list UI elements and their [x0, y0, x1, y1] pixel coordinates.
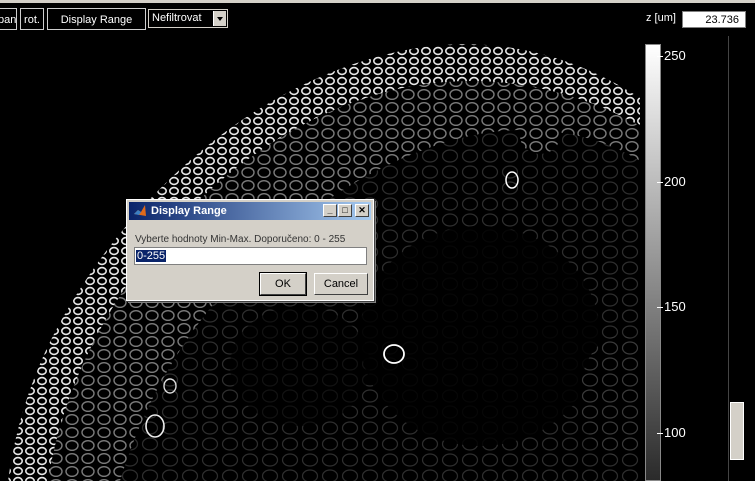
colorbar-tick-label-200: 200: [664, 174, 686, 189]
colorbar-tick: [657, 433, 663, 434]
dialog-title: Display Range: [151, 205, 227, 217]
cancel-button[interactable]: Cancel: [314, 273, 368, 295]
pan-button[interactable]: pan: [0, 8, 17, 30]
colorbar-tick-label-150: 150: [664, 299, 686, 314]
range-input-value: 0-255: [136, 250, 167, 262]
display-range-dialog: Display Range _ □ ✕ Vyberte hodnoty Min-…: [126, 199, 374, 301]
chevron-down-icon[interactable]: [213, 11, 226, 26]
minimize-icon: _: [327, 205, 333, 215]
close-icon: ✕: [358, 205, 366, 215]
colorbar-tick: [657, 56, 663, 57]
close-button[interactable]: ✕: [355, 204, 369, 217]
matlab-logo-icon: [134, 205, 146, 216]
filter-select[interactable]: Nefiltrovat: [148, 9, 228, 28]
dialog-titlebar[interactable]: Display Range _ □ ✕: [129, 202, 371, 220]
colorbar-tick-label-100: 100: [664, 425, 686, 440]
rotate-button[interactable]: rot.: [20, 8, 44, 30]
z-label: z [um]: [646, 12, 676, 24]
toolbar: pan rot. Display Range Nefiltrovat: [0, 8, 755, 32]
z-slider[interactable]: [728, 36, 746, 481]
range-input[interactable]: 0-255: [134, 247, 367, 265]
z-value-field[interactable]: 23.736: [682, 11, 746, 28]
colorbar-tick-label-250: 250: [664, 48, 686, 63]
colorbar-tick: [657, 307, 663, 308]
minimize-button[interactable]: _: [323, 204, 337, 217]
dialog-prompt: Vyberte hodnoty Min-Max. Doporučeno: 0 -…: [135, 234, 346, 245]
filter-select-value: Nefiltrovat: [152, 12, 202, 24]
colorbar: [645, 44, 661, 481]
maximize-icon: □: [342, 205, 348, 215]
window-top-edge: [0, 0, 755, 3]
z-slider-thumb[interactable]: [730, 402, 744, 460]
ok-button[interactable]: OK: [259, 272, 307, 296]
maximize-button[interactable]: □: [338, 204, 352, 217]
display-range-button[interactable]: Display Range: [47, 8, 146, 30]
colorbar-tick: [657, 182, 663, 183]
